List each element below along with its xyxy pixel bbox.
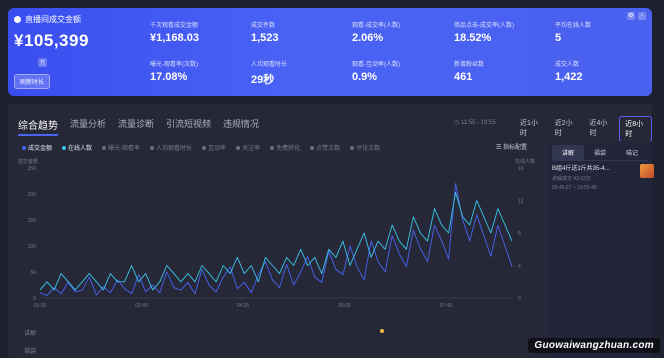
watermark: Guowaiwangzhuan.com xyxy=(528,338,660,353)
product-title: B组4斤送1斤共35-4... xyxy=(552,166,610,172)
y-left-tick-label: 100 xyxy=(28,244,37,250)
side-tab-lucky-bag[interactable]: 福袋 xyxy=(584,145,616,160)
x-tick-label: 02:45 xyxy=(135,303,148,309)
product-time: 06:45:27 ~ 19:55:48 xyxy=(552,185,597,191)
x-tick-label: 06:05 xyxy=(338,303,351,309)
explained-product[interactable]: B组4斤送1斤共35-4... 讲解成交 ¥3.62万 06:45:27 ~ 1… xyxy=(552,163,654,191)
y-right-tick-label: 8 xyxy=(518,231,521,237)
y-right-tick-label: 16 xyxy=(518,166,524,172)
x-tick-label: 04:25 xyxy=(237,303,250,309)
y-right-tick-label: 0 xyxy=(518,296,521,302)
y-left-tick-label: 0 xyxy=(33,296,36,302)
product-thumbnail xyxy=(640,164,654,178)
series-line xyxy=(39,183,513,296)
event-marker[interactable] xyxy=(380,329,384,333)
y-left-tick-label: 50 xyxy=(30,270,36,276)
track-label-explain: 讲解 xyxy=(24,331,37,337)
x-tick-label: 07:45 xyxy=(440,303,453,309)
y-left-tick-label: 150 xyxy=(28,218,37,224)
y-right-tick-label: 4 xyxy=(518,264,521,270)
track-label-lucky-bag: 福袋 xyxy=(24,349,37,355)
y-left-tick-label: 250 xyxy=(28,166,37,172)
y-right-tick-label: 12 xyxy=(518,199,524,205)
x-tick-label: 01:05 xyxy=(34,303,47,309)
side-tabs: 讲解 福袋 喵记 xyxy=(552,145,648,161)
explain-side-panel: 讲解 福袋 喵记 B组4斤送1斤共35-4... 讲解成交 ¥3.62万 06:… xyxy=(548,141,654,358)
series-line xyxy=(39,191,513,291)
y-left-tick-label: 200 xyxy=(28,192,37,198)
side-tab-explain[interactable]: 讲解 xyxy=(552,145,584,160)
side-tab-notes[interactable]: 喵记 xyxy=(616,145,648,160)
product-sales: 讲解成交 ¥3.62万 xyxy=(552,176,591,182)
